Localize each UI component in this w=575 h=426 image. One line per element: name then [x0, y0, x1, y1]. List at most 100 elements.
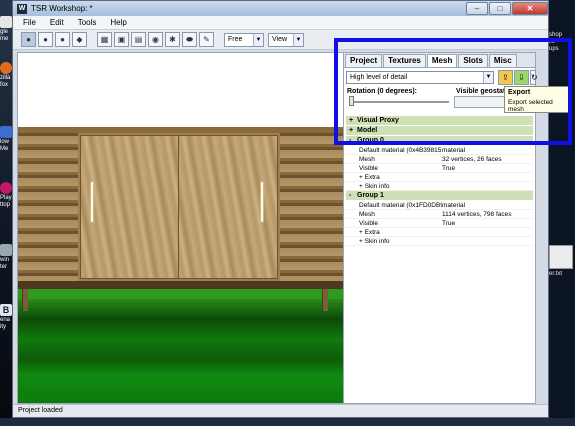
- rotation-slider-track: [349, 101, 449, 103]
- lipstick-icon[interactable]: ⬬: [182, 32, 197, 47]
- status-text: Project loaded: [18, 407, 63, 414]
- chevron-down-icon: ▼: [253, 33, 263, 46]
- table-row[interactable]: Default material (0x1FD0DB96) material: [346, 201, 533, 210]
- desktop-file-icon[interactable]: [549, 245, 573, 269]
- tree-group-model[interactable]: + Model: [346, 126, 533, 135]
- property-value: material: [442, 202, 466, 209]
- tree-group-visual-proxy[interactable]: + Visual Proxy: [346, 116, 533, 125]
- camera-mode-value: Free: [228, 36, 243, 43]
- cabinet-louver-left: [18, 133, 78, 281]
- tab-misc[interactable]: Misc: [488, 54, 517, 67]
- collapse-icon: -: [349, 137, 352, 144]
- extra-label: Extra: [364, 229, 380, 236]
- property-key: Mesh: [359, 156, 375, 163]
- rotation-slider[interactable]: [349, 96, 354, 106]
- mesh-tab-content: High level of detail ▼ ⇪ ⇩ ↻ Rotation (0…: [344, 67, 538, 403]
- chevron-down-icon: ▼: [293, 33, 303, 46]
- texture-icon[interactable]: ▣: [114, 32, 129, 47]
- cabinet-door-left: [80, 135, 180, 279]
- tab-mesh[interactable]: Mesh: [426, 54, 458, 67]
- table-row[interactable]: Visible True: [346, 219, 533, 228]
- tab-textures[interactable]: Textures: [383, 54, 426, 67]
- import-mesh-icon[interactable]: ⇪: [498, 70, 513, 85]
- solid-view-icon[interactable]: ●: [38, 32, 53, 47]
- property-value: 32 vertices, 26 faces: [442, 156, 502, 163]
- tree-group-label: Group 0: [357, 137, 384, 144]
- camera-icon[interactable]: ◉: [148, 32, 163, 47]
- view-select-value: View: [272, 36, 288, 43]
- tree-group-label: Visual Proxy: [357, 117, 399, 124]
- table-row[interactable]: Visible True: [346, 164, 533, 173]
- property-value: 1114 vertices, 798 faces: [442, 211, 512, 218]
- property-key: Mesh: [359, 211, 375, 218]
- tooltip-title: Export: [508, 89, 531, 96]
- visible-geostate-label: Visible geostate: [456, 88, 510, 95]
- mesh-tree: + Visual Proxy + Model - Group 0 Default ma…: [346, 116, 533, 246]
- 3d-viewport[interactable]: [17, 52, 352, 404]
- maximize-button[interactable]: □: [489, 2, 511, 15]
- window-title: TSR Workshop: *: [31, 4, 93, 13]
- property-value: True: [442, 220, 456, 227]
- tree-skin-1[interactable]: + Skin info: [346, 237, 533, 246]
- shaded-view-icon[interactable]: ●: [21, 32, 36, 47]
- collapse-icon: -: [349, 192, 352, 199]
- bones-icon[interactable]: ✱: [165, 32, 180, 47]
- menu-file[interactable]: File: [23, 18, 36, 27]
- diamond-view-icon[interactable]: ◆: [72, 32, 87, 47]
- export-mesh-icon[interactable]: ⇩: [514, 70, 529, 85]
- property-value: True: [442, 165, 456, 172]
- cabinet-leg-right: [322, 289, 328, 311]
- tooltip-text: Export selected mesh: [508, 99, 553, 113]
- table-row[interactable]: Default material (0x4B398151) material: [346, 146, 533, 155]
- property-key: Default material (0x4B398151): [359, 147, 442, 154]
- taskbar: [0, 418, 575, 426]
- rotation-label: Rotation (0 degrees):: [347, 88, 418, 95]
- tree-group-label: Model: [357, 127, 378, 134]
- table-row[interactable]: Mesh 32 vertices, 26 faces: [346, 155, 533, 164]
- viewport-background: [18, 53, 351, 129]
- app-icon: W: [17, 3, 27, 14]
- title-bar[interactable]: W TSR Workshop: * – □ ✕: [13, 1, 548, 16]
- smooth-view-icon[interactable]: ●: [55, 32, 70, 47]
- tree-extra-1[interactable]: + Extra: [346, 228, 533, 237]
- door-handle-right: [260, 181, 264, 223]
- desktop-icon-label: ups: [549, 46, 559, 52]
- minimize-button[interactable]: –: [466, 2, 488, 15]
- grid-icon[interactable]: ▦: [97, 32, 112, 47]
- tree-group-label: Group 1: [357, 192, 384, 199]
- close-button[interactable]: ✕: [512, 2, 548, 15]
- desktop-icon-label: lle: [549, 39, 556, 45]
- expand-icon: +: [349, 117, 354, 124]
- view-select[interactable]: View ▼: [268, 32, 304, 47]
- tree-group-0[interactable]: - Group 0: [346, 136, 533, 145]
- lod-select[interactable]: High level of detail ▼: [346, 71, 494, 84]
- property-key: Visible: [359, 165, 379, 172]
- desktop-file-label: er.txt: [549, 271, 563, 277]
- floor-plane: [18, 289, 351, 403]
- tab-slots[interactable]: Slots: [458, 54, 488, 67]
- skin-label: Skin info: [364, 238, 390, 245]
- menu-help[interactable]: Help: [110, 18, 126, 27]
- status-bar: Project loaded: [13, 404, 548, 417]
- expand-icon: +: [349, 127, 354, 134]
- lod-select-value: High level of detail: [350, 74, 408, 81]
- tab-project[interactable]: Project: [345, 54, 383, 67]
- table-row[interactable]: Mesh 1114 vertices, 798 faces: [346, 210, 533, 219]
- extra-label: Extra: [364, 174, 380, 181]
- tree-skin-0[interactable]: + Skin info: [346, 182, 533, 191]
- export-tooltip: Export Export selected mesh: [504, 86, 569, 113]
- toolbar: ● ● ● ◆ ▦ ▣ ▤ ◉ ✱ ⬬ ✎ Free ▼ View ▼: [13, 30, 548, 50]
- menu-edit[interactable]: Edit: [50, 18, 64, 27]
- cabinet-louver-right: [280, 133, 351, 281]
- edit-tool-icon[interactable]: ✎: [199, 32, 214, 47]
- cabinet-leg-left: [22, 289, 28, 311]
- cabinet-base: [18, 281, 351, 289]
- floor-icon[interactable]: ▤: [131, 32, 146, 47]
- menu-tools[interactable]: Tools: [78, 18, 97, 27]
- refresh-icon[interactable]: ↻: [530, 70, 538, 85]
- tree-group-1[interactable]: - Group 1: [346, 191, 533, 200]
- camera-mode-select[interactable]: Free ▼: [224, 32, 264, 47]
- tree-extra-0[interactable]: + Extra: [346, 173, 533, 182]
- door-handle-left: [90, 181, 94, 223]
- desktop-icon-label: shop: [549, 32, 563, 38]
